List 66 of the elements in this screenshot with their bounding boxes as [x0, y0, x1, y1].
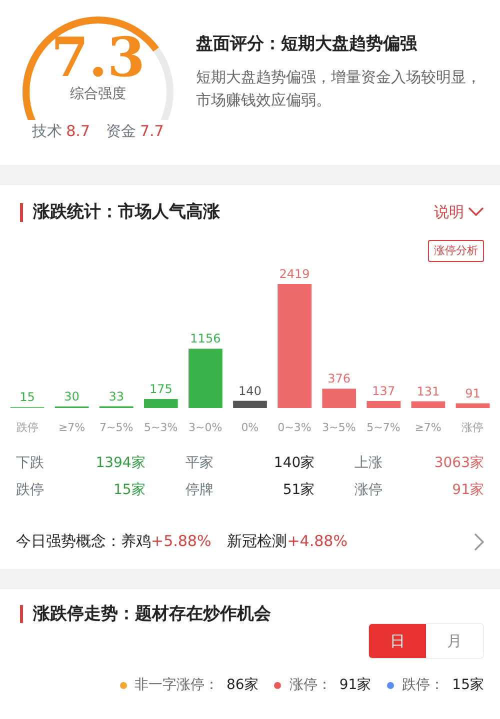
legend-label: 非一字涨停：: [134, 676, 219, 696]
category-label: 5~3%: [143, 420, 179, 436]
stat-value: 91家: [452, 480, 484, 500]
category-label: 3~0%: [188, 420, 224, 436]
category-label: 0~3%: [276, 420, 312, 436]
concept-name: 新冠检测: [227, 532, 288, 550]
bar-value-label: 137: [372, 384, 396, 398]
stat-label: 涨停: [354, 480, 383, 500]
analysis-button[interactable]: 涨停分析: [428, 240, 484, 262]
stat-label: 上涨: [354, 454, 383, 472]
category-label: ≥7%: [57, 420, 86, 436]
bar: [188, 348, 222, 408]
rating-title: 盘面评分：短期大盘趋势偏强: [196, 33, 418, 56]
bar-value-label: 91: [465, 386, 480, 400]
bar-value-label: 2419: [279, 267, 310, 281]
help-link[interactable]: 说明: [434, 201, 484, 224]
bar: [456, 403, 490, 408]
bar-value-label: 15: [20, 390, 35, 404]
stat-label: 跌停: [16, 480, 44, 500]
stat-value: 1394家: [96, 454, 146, 472]
concept-change: +5.88%: [151, 532, 212, 550]
category-label: ≥7%: [414, 420, 442, 436]
stat-value: 3063家: [434, 454, 484, 472]
stat-value: 15家: [114, 480, 146, 500]
bar-value-label: 175: [149, 382, 172, 396]
legend-value: 86家: [226, 676, 258, 696]
stat-label: 下跌: [16, 454, 44, 472]
stat-value: 51家: [282, 480, 315, 500]
bar-value-label: 33: [108, 389, 124, 404]
category-label: 跌停: [15, 420, 40, 436]
chevron-down-icon: [468, 207, 484, 218]
category-label: 7~5%: [98, 420, 134, 436]
category-label: 3~5%: [321, 420, 357, 436]
stat-label: 平家: [185, 454, 214, 472]
concept-name: 养鸡: [121, 532, 151, 550]
bar: [322, 388, 356, 408]
legend-label: 涨停：: [289, 676, 332, 696]
concept-change: +4.88%: [287, 532, 348, 550]
bar: [144, 399, 178, 408]
bar-value-label: 131: [416, 384, 440, 398]
category-label: 5~7%: [366, 420, 402, 436]
bar-value-label: 140: [238, 384, 262, 398]
rating-description: 短期大盘趋势偏强，增量资金入场较明显，市场赚钱效应偏弱。: [196, 66, 482, 111]
sub-score-value: 8.7: [66, 122, 90, 140]
legend-value: 91家: [339, 676, 372, 696]
bar: [411, 401, 446, 408]
stat-label: 停牌: [185, 480, 214, 500]
score-value: 7.3: [51, 30, 145, 84]
score-label: 综合强度: [70, 85, 126, 104]
category-label: 0%: [240, 420, 260, 436]
legend-value: 15家: [452, 676, 484, 696]
period-tab[interactable]: 日: [369, 624, 426, 658]
sub-score-label: 技术: [32, 122, 62, 140]
stat-value: 140家: [274, 454, 315, 472]
legend-label: 跌停：: [402, 676, 444, 696]
bar: [366, 400, 401, 408]
category-label: 涨停: [460, 420, 485, 436]
chevron-right-icon[interactable]: [474, 532, 484, 550]
sub-score-label: 资金: [106, 122, 136, 140]
concepts-label: 今日强势概念：: [16, 531, 121, 552]
bar-value-label: 376: [328, 372, 351, 386]
section-title: 涨跌统计：市场人气高涨: [20, 202, 220, 222]
bar: [233, 400, 267, 408]
sub-score-value: 7.7: [140, 122, 164, 140]
bar-value-label: 1156: [190, 332, 221, 346]
bar-value-label: 30: [64, 389, 80, 404]
